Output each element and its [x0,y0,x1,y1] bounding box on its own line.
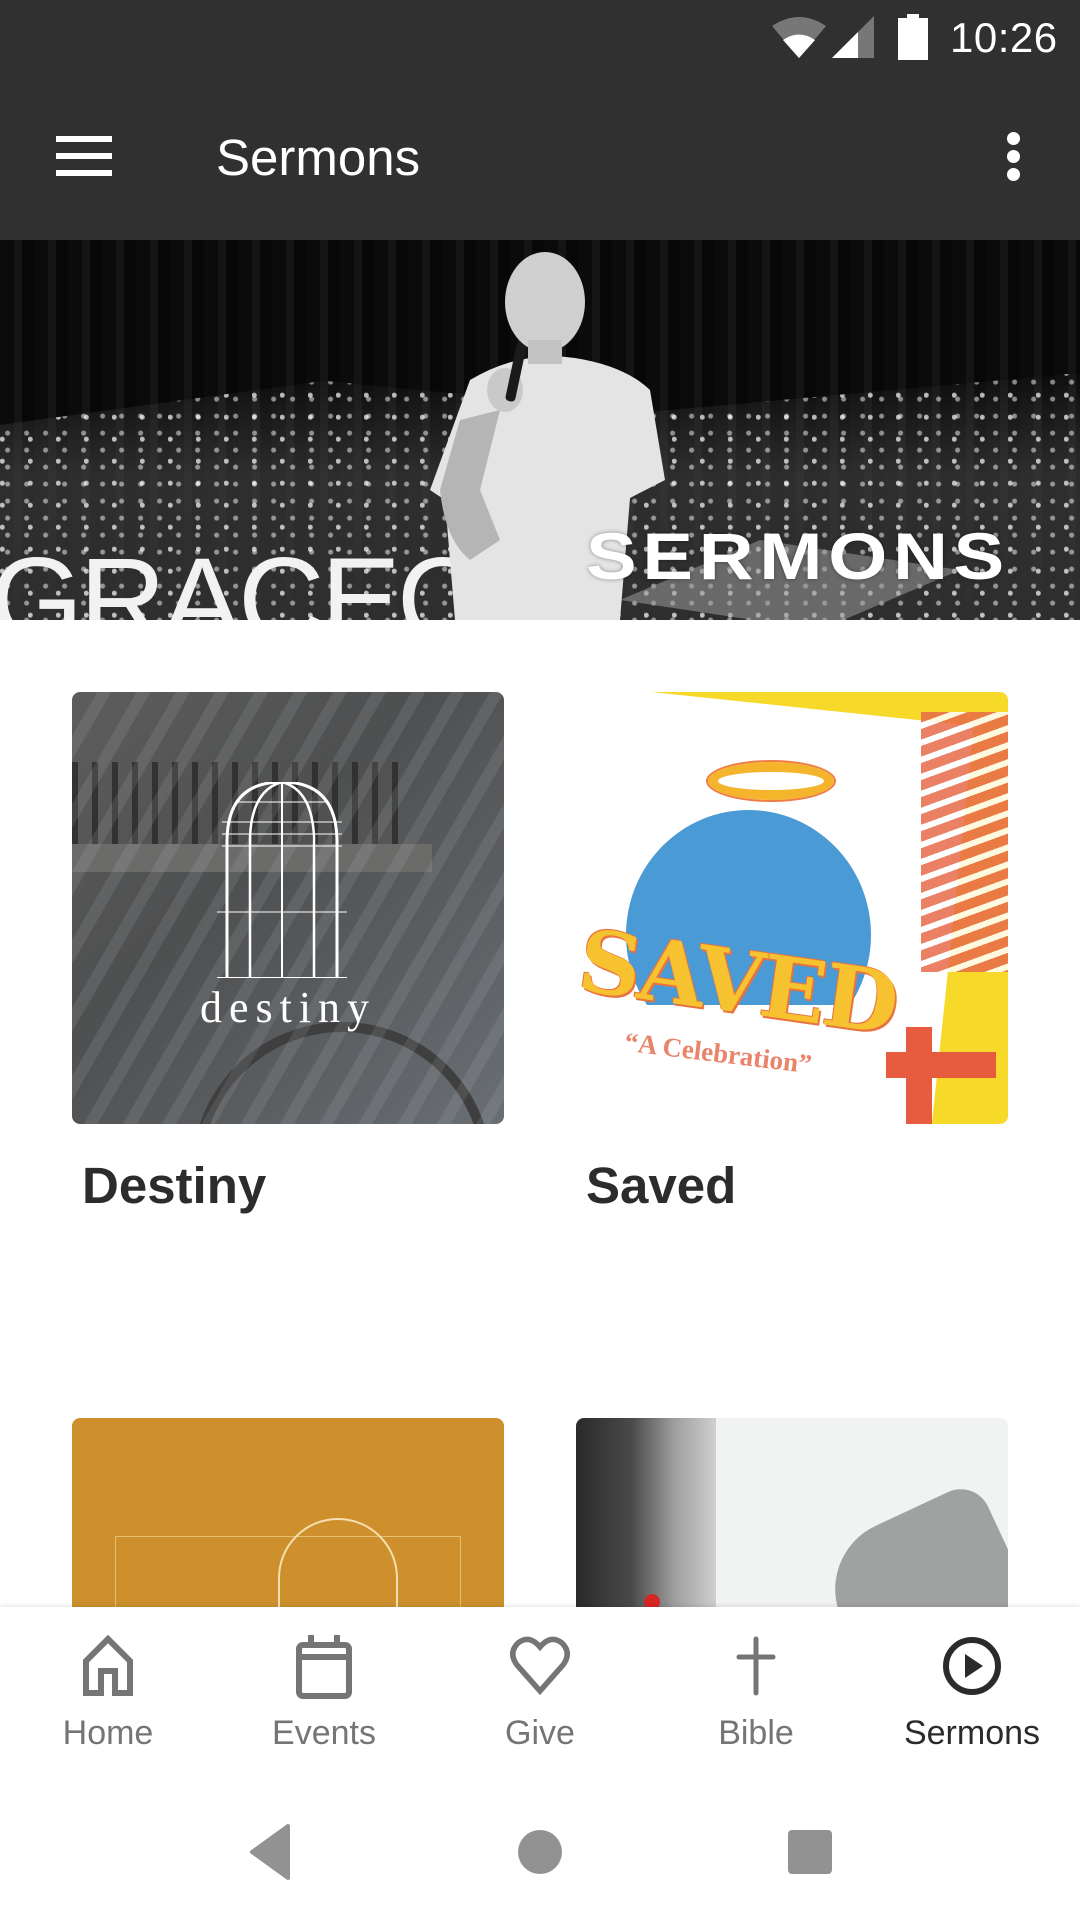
nav-tab-events[interactable]: Events [216,1607,432,1782]
wifi-icon [772,17,826,58]
series-title: Destiny [82,1157,267,1214]
nav-label: Bible [718,1714,794,1752]
bottom-navigation: Home Events Give Bible Sermons [0,1607,1080,1782]
series-artwork: destiny [72,692,504,1124]
hamburger-menu-icon[interactable] [44,124,124,196]
app-toolbar: Sermons [0,80,1080,240]
sermon-series-card[interactable] [72,1418,504,1850]
status-bar: 10:26 [0,0,1080,80]
nav-tab-give[interactable]: Give [432,1607,648,1782]
system-navigation-bar [0,1782,1080,1920]
series-title: Saved [586,1157,737,1214]
home-icon [83,1635,133,1696]
battery-icon [898,14,928,60]
nav-label: Home [62,1714,154,1752]
birdcage-icon [217,782,347,978]
sermon-series-card[interactable] [576,1418,1008,1850]
sermon-series-card-saved[interactable]: SAVED “A Celebration” Saved [576,692,1008,1232]
sermon-series-card-destiny[interactable]: destiny Destiny [72,692,504,1232]
calendar-icon [296,1635,352,1699]
more-vert-icon[interactable] [982,120,1046,200]
series-artwork: SAVED “A Celebration” [576,692,1008,1124]
cellular-signal-icon [832,16,874,58]
heart-icon [510,1636,570,1696]
page-title: Sermons [216,129,421,186]
nav-tab-bible[interactable]: Bible [648,1607,864,1782]
nav-label: Sermons [903,1714,1041,1752]
sermons-banner[interactable]: GRACECI SERMONS [0,240,1080,620]
angel-hand-illustration [921,712,1008,972]
nav-tab-home[interactable]: Home [0,1607,216,1782]
banner-title: SERMONS [586,519,1011,593]
nav-label: Give [505,1714,575,1752]
home-button-icon[interactable] [500,1812,580,1892]
status-time: 10:26 [950,14,1058,61]
nav-tab-sermons[interactable]: Sermons [864,1607,1080,1782]
cross-icon [736,1636,776,1696]
halo-icon [708,762,834,800]
back-icon[interactable] [230,1812,310,1892]
nav-label: Events [272,1714,376,1752]
artwork-text: destiny [199,983,377,1032]
play-circle-icon [943,1637,1001,1695]
recents-icon[interactable] [770,1812,850,1892]
